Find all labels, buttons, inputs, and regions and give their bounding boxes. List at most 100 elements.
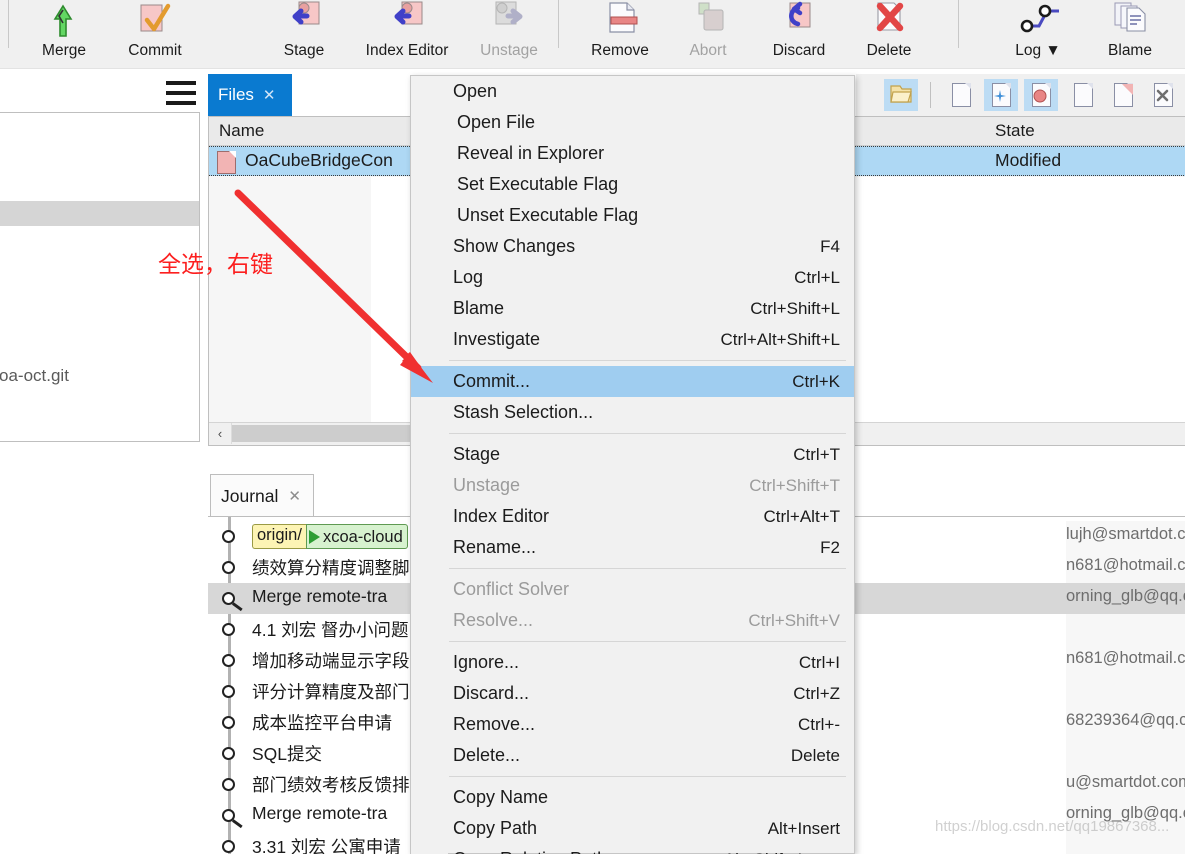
scrollbar-thumb[interactable] <box>232 425 410 442</box>
log-graph-icon <box>1015 0 1061 42</box>
menu-item-commit[interactable]: Commit... Ctrl+K <box>411 366 854 397</box>
menu-item-rename[interactable]: Rename... F2 <box>411 532 854 563</box>
menu-item-blame[interactable]: Blame Ctrl+Shift+L <box>411 293 854 324</box>
menu-separator <box>449 360 846 361</box>
scroll-left-icon[interactable]: ‹ <box>209 423 232 444</box>
column-header-name[interactable]: Name <box>219 121 264 141</box>
files-body-left <box>209 177 371 423</box>
tab-files[interactable]: Files ✕ <box>208 74 292 116</box>
commit-check-icon <box>132 0 178 42</box>
file-staged-icon[interactable] <box>1106 79 1140 111</box>
toolbar-button-index-editor[interactable]: Index Editor <box>348 0 466 66</box>
commit-node-icon <box>222 685 235 698</box>
toolbar-label: Remove <box>591 42 649 59</box>
toolbar-button-unstage[interactable]: Unstage <box>468 0 550 66</box>
toolbar-label: Merge <box>42 42 86 59</box>
menu-item-accelerator: Ctrl+Shift+L <box>750 299 840 318</box>
menu-item-copy-relative-path[interactable]: Copy Relative Path Alt+Shift+Insert <box>411 844 854 854</box>
menu-item-stage[interactable]: Stage Ctrl+T <box>411 439 854 470</box>
menu-item-remove[interactable]: Remove... Ctrl+- <box>411 709 854 740</box>
file-missing-icon[interactable] <box>1146 79 1180 111</box>
toolbar-separator <box>8 0 9 48</box>
app-screen: Merge Commit Stage Index Editor Unstage … <box>0 0 1185 854</box>
menu-item-open-file[interactable]: Open File <box>411 107 854 138</box>
discard-icon <box>776 0 822 42</box>
menu-item-open[interactable]: Open <box>411 76 854 107</box>
row-shade <box>1066 738 1185 769</box>
open-folder-icon[interactable] <box>884 79 918 111</box>
file-new-icon[interactable] <box>984 79 1018 111</box>
column-header-state[interactable]: State <box>995 121 1035 141</box>
toolbar-button-remove[interactable]: Remove <box>578 0 662 66</box>
commit-node-icon <box>222 778 235 791</box>
branch-local-label[interactable]: xcoa-cloud <box>305 524 408 549</box>
toolbar-label: Log ▼ <box>1015 42 1061 59</box>
menu-item-copy-path[interactable]: Copy Path Alt+Insert <box>411 813 854 844</box>
x-badge-icon <box>1156 89 1169 102</box>
menu-item-unset-executable-flag[interactable]: Unset Executable Flag <box>411 200 854 231</box>
menu-item-label: Remove... <box>453 714 536 734</box>
menu-item-label: Reveal in Explorer <box>457 143 605 163</box>
toolbar-button-blame[interactable]: Blame <box>1090 0 1170 66</box>
toolbar-button-discard[interactable]: Discard <box>757 0 841 66</box>
menu-item-label: Open <box>453 81 498 101</box>
menu-item-show-changes[interactable]: Show Changes F4 <box>411 231 854 262</box>
menu-separator <box>449 776 846 777</box>
menu-item-label: Blame <box>453 298 505 318</box>
repository-row-selected[interactable] <box>0 201 199 226</box>
branch-origin-label[interactable]: origin/ <box>252 524 306 549</box>
menu-item-investigate[interactable]: Investigate Ctrl+Alt+Shift+L <box>411 324 854 355</box>
tab-journal[interactable]: Journal ✕ <box>210 474 314 517</box>
menu-item-label: Copy Path <box>453 818 538 838</box>
toolbar-button-log[interactable]: Log ▼ <box>995 0 1081 66</box>
menu-item-label: Stash Selection... <box>453 402 594 422</box>
file-unchanged-icon[interactable] <box>1066 79 1100 111</box>
menu-item-discard[interactable]: Discard... Ctrl+Z <box>411 678 854 709</box>
menu-item-ignore[interactable]: Ignore... Ctrl+I <box>411 647 854 678</box>
hamburger-menu-icon[interactable] <box>166 81 196 105</box>
toolbar-label: Blame <box>1108 42 1152 59</box>
toolbar-label: Abort <box>689 42 727 59</box>
toolbar-button-commit[interactable]: Commit <box>113 0 197 66</box>
file-plain-icon[interactable] <box>944 79 978 111</box>
folder-glyph <box>889 83 912 103</box>
row-shade <box>1066 614 1185 645</box>
menu-item-label: Copy Name <box>453 787 549 807</box>
menu-item-label: Ignore... <box>453 652 520 672</box>
toolbar-button-merge[interactable]: Merge <box>24 0 104 66</box>
branch-labels: origin/ xcoa-cloud <box>252 524 408 549</box>
menu-item-log[interactable]: Log Ctrl+L <box>411 262 854 293</box>
menu-item-stash-selection[interactable]: Stash Selection... <box>411 397 854 428</box>
menu-item-label: Open File <box>457 112 536 132</box>
hamburger-bar <box>166 101 196 105</box>
annotation-instruction-text: 全选，右键 <box>158 252 273 278</box>
menu-item-accelerator: Ctrl+L <box>794 268 840 287</box>
menu-item-accelerator: Ctrl+Shift+T <box>749 476 840 495</box>
menu-item-copy-name[interactable]: Copy Name <box>411 782 854 813</box>
toolbar-button-abort[interactable]: Abort <box>668 0 748 66</box>
menu-item-set-executable-flag[interactable]: Set Executable Flag <box>411 169 854 200</box>
file-name-cell: OaCubeBridgeCon <box>245 150 393 170</box>
menu-item-accelerator: Ctrl+Alt+Shift+L <box>720 330 840 349</box>
menu-item-accelerator: Ctrl+- <box>797 715 840 734</box>
file-state-cell: Modified <box>995 150 1062 170</box>
menu-item-reveal-in-explorer[interactable]: Reveal in Explorer <box>411 138 854 169</box>
commit-author-email: orning_glb@qq.com> <box>1066 587 1185 605</box>
menu-item-label: Delete... <box>453 745 521 765</box>
menu-item-label: Unstage <box>453 475 521 495</box>
close-icon[interactable]: ✕ <box>288 489 301 504</box>
file-modified-icon[interactable] <box>1024 79 1058 111</box>
menu-item-delete[interactable]: Delete... Delete <box>411 740 854 771</box>
menu-item-label: Log <box>453 267 484 287</box>
toolbar-label: Discard <box>772 42 826 59</box>
menu-item-label: Show Changes <box>453 236 576 256</box>
menu-separator <box>449 568 846 569</box>
doc-glyph <box>952 83 971 107</box>
tab-files-label: Files <box>218 85 254 104</box>
menu-item-index-editor[interactable]: Index Editor Ctrl+Alt+T <box>411 501 854 532</box>
toolbar-button-delete[interactable]: Delete <box>848 0 930 66</box>
abort-icon <box>685 0 731 42</box>
toolbar-button-stage[interactable]: Stage <box>264 0 344 66</box>
close-icon[interactable]: ✕ <box>263 88 276 103</box>
commit-author-email: u@smartdot.com.cn> <box>1066 773 1185 791</box>
